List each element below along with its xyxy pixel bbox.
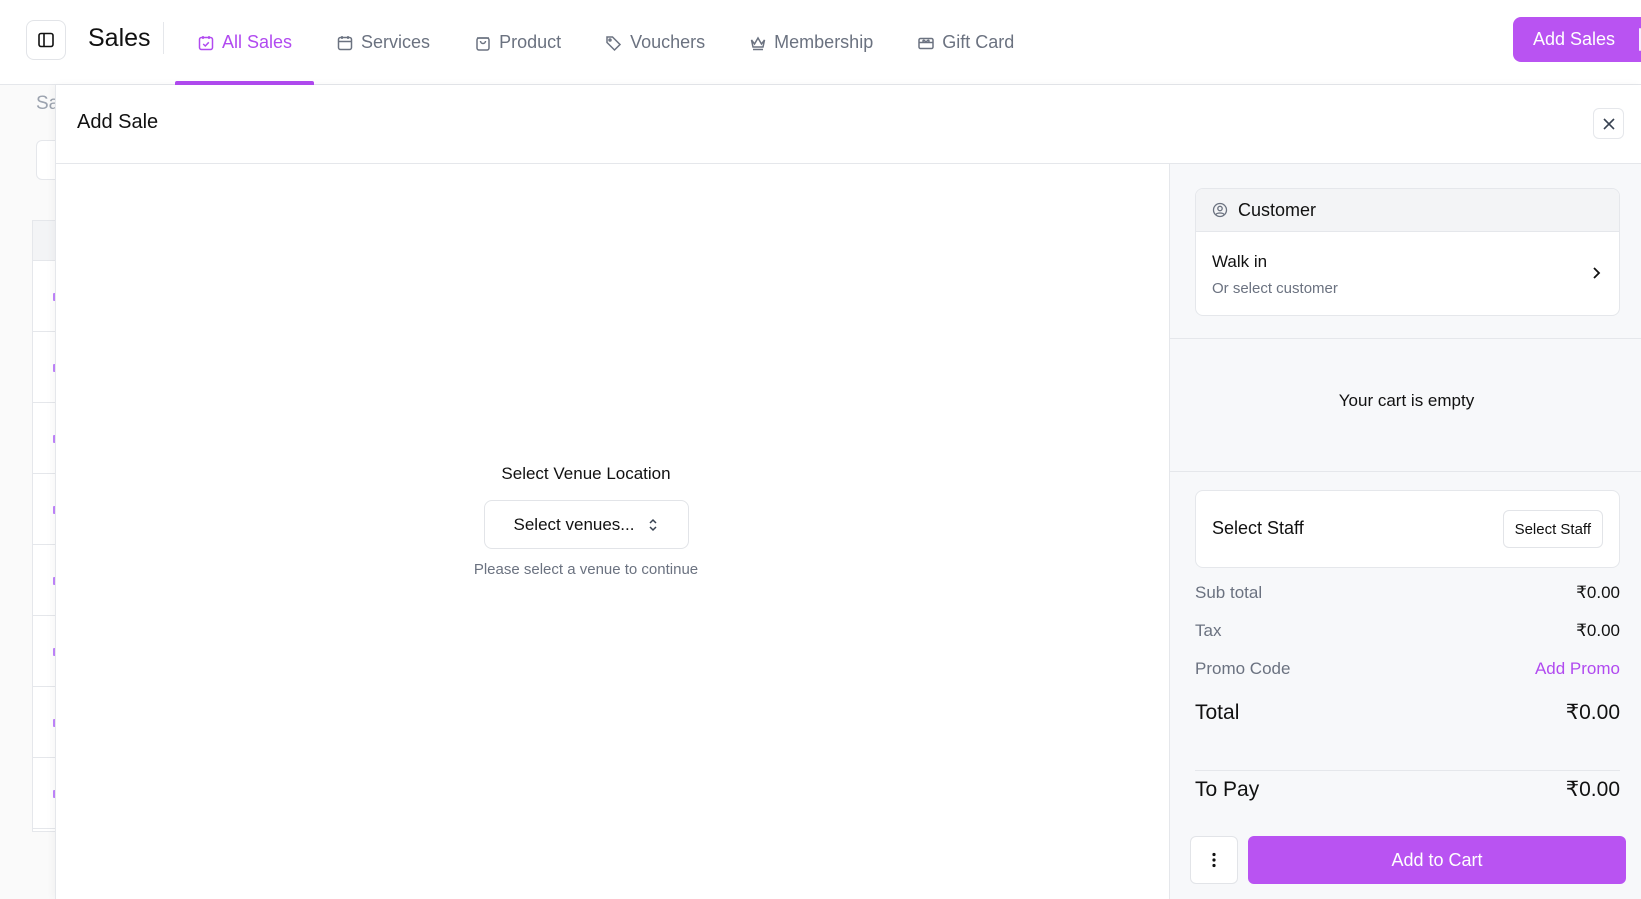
venue-selector-block: Select Venue Location Select venues... P… (446, 464, 726, 578)
customer-card: Customer Walk in Or select customer (1195, 188, 1620, 316)
customer-name: Walk in (1212, 252, 1268, 271)
add-promo-link[interactable]: Add Promo (1535, 659, 1620, 679)
tab-label: All Sales (222, 32, 293, 52)
sidebar-toggle-button[interactable] (26, 20, 66, 60)
promo-label: Promo Code (1195, 659, 1291, 678)
staff-label: Select Staff (1212, 518, 1304, 538)
to-pay-label: To Pay (1195, 777, 1260, 801)
subtotal-label: Sub total (1195, 583, 1263, 602)
total-row: Total ₹0.00 (1195, 700, 1620, 725)
select-staff-button[interactable]: Select Staff (1502, 510, 1603, 548)
tax-value: ₹0.00 (1576, 621, 1620, 640)
close-icon (1602, 117, 1615, 130)
chevron-up-down-icon (649, 518, 658, 531)
tab-membership[interactable]: Membership (727, 0, 895, 85)
tab-gift-card[interactable]: Gift Card (895, 0, 1036, 85)
tab-bar: All Sales Services Product Vouchers Memb… (175, 0, 1036, 85)
venue-select-placeholder: Select venues... (513, 514, 635, 534)
add-to-cart-button[interactable]: Add to Cart (1248, 836, 1626, 884)
customer-subtext: Or select customer (1212, 280, 1338, 297)
drawer-main: Select Venue Location Select venues... P… (56, 164, 1169, 899)
tab-product[interactable]: Product (452, 0, 583, 85)
customer-heading: Customer (1238, 199, 1317, 220)
venue-select[interactable]: Select venues... (483, 500, 689, 549)
to-pay-row: To Pay ₹0.00 (1195, 777, 1620, 802)
tab-label: Services (361, 32, 431, 52)
add-sale-drawer: Add Sale Select Venue Location Select ve… (55, 85, 1641, 899)
calendar-icon (337, 35, 353, 50)
crown-icon (750, 36, 766, 50)
customer-select-row[interactable]: Walk in Or select customer (1196, 232, 1619, 315)
add-sales-button[interactable]: Add Sales (1513, 17, 1641, 62)
tab-label: Vouchers (630, 32, 706, 52)
page-title: Sales (88, 22, 164, 54)
tax-row: Tax ₹0.00 (1195, 621, 1620, 641)
cart-panel: Customer Walk in Or select customer Your… (1169, 164, 1641, 899)
subtotal-row: Sub total ₹0.00 (1195, 583, 1620, 603)
tab-label: Gift Card (942, 32, 1015, 52)
divider (1170, 338, 1641, 339)
cart-empty-message: Your cart is empty (1338, 391, 1475, 410)
tab-label: Product (499, 32, 562, 52)
shopping-bag-icon (476, 36, 490, 51)
promo-row: Promo Code Add Promo (1195, 659, 1620, 679)
subtotal-value: ₹0.00 (1576, 583, 1620, 602)
to-pay-value: ₹0.00 (1565, 778, 1620, 801)
divider (1195, 770, 1620, 771)
tab-all-sales[interactable]: All Sales (175, 0, 315, 85)
tab-services[interactable]: Services (314, 0, 452, 85)
close-button[interactable] (1593, 108, 1624, 139)
tax-label: Tax (1195, 621, 1222, 640)
sidebar-panel-icon (38, 32, 54, 48)
customer-header: Customer (1196, 189, 1619, 232)
tab-label: Membership (774, 32, 874, 52)
user-circle-icon (1212, 202, 1228, 218)
venue-title: Select Venue Location (501, 464, 671, 483)
top-bar: Sales All Sales Services Product Voucher… (0, 0, 1641, 85)
add-sales-label: Add Sales (1533, 29, 1616, 49)
tags-icon (606, 35, 622, 51)
total-value: ₹0.00 (1565, 701, 1620, 724)
more-options-button[interactable] (1190, 836, 1238, 884)
drawer-header: Add Sale (56, 85, 1641, 164)
more-vertical-icon (1212, 852, 1216, 868)
drawer-title: Add Sale (77, 111, 159, 133)
divider (1170, 471, 1641, 472)
tab-vouchers[interactable]: Vouchers (583, 0, 727, 85)
gift-card-icon (918, 37, 934, 49)
staff-card: Select Staff Select Staff (1195, 490, 1620, 568)
total-label: Total (1195, 700, 1240, 724)
calendar-check-icon (198, 35, 214, 50)
chevron-right-icon (1593, 267, 1601, 279)
venue-help-text: Please select a venue to continue (473, 561, 699, 578)
